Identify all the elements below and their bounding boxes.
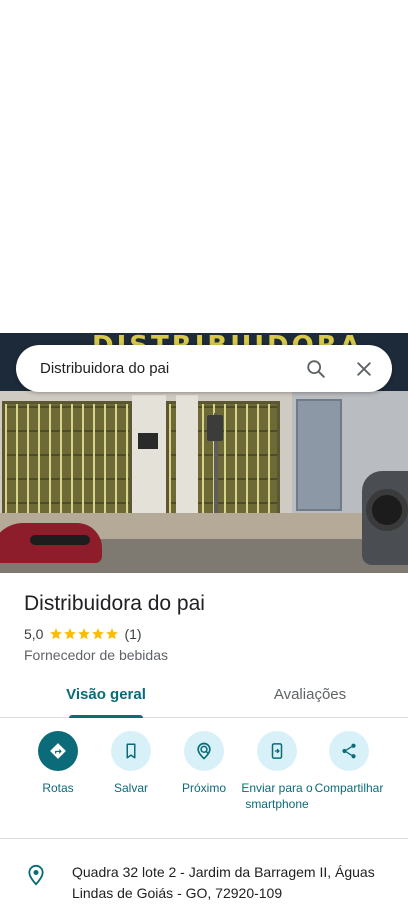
blank-map-area — [0, 0, 408, 333]
star-rating — [49, 627, 119, 641]
tab-label: Visão geral — [66, 686, 146, 703]
gate — [2, 401, 132, 531]
tab-overview[interactable]: Visão geral — [0, 676, 212, 718]
send-to-phone-button[interactable]: Enviar para o smartphone — [237, 731, 317, 812]
search-icon[interactable] — [292, 345, 340, 392]
action-label: Salvar — [113, 781, 148, 795]
star-icon — [64, 628, 77, 640]
action-bar: Rotas Salvar Próximo Enviar para o smart… — [0, 731, 408, 831]
star-icon — [50, 628, 63, 640]
search-bar[interactable]: Distribuidora do pai — [16, 345, 392, 392]
action-label: Próximo — [181, 781, 226, 795]
rating-value: 5,0 — [24, 626, 44, 642]
address-text: Quadra 32 lote 2 - Jardim da Barragem II… — [72, 864, 375, 901]
bookmark-icon — [111, 731, 151, 771]
action-label: Enviar para o smartphone — [241, 781, 313, 811]
tab-label: Avaliações — [273, 686, 347, 703]
directions-icon — [38, 731, 78, 771]
directions-button[interactable]: Rotas — [18, 731, 98, 796]
search-input[interactable]: Distribuidora do pai — [40, 360, 292, 377]
share-button[interactable]: Compartilhar — [309, 731, 389, 796]
divider — [0, 838, 408, 839]
place-category: Fornecedor de bebidas — [24, 647, 168, 663]
star-icon — [106, 628, 119, 640]
action-label: Rotas — [42, 781, 74, 795]
send-to-phone-icon — [257, 731, 297, 771]
nearby-icon — [184, 731, 224, 771]
close-icon[interactable] — [340, 345, 388, 392]
review-count: (1) — [124, 626, 142, 642]
nearby-button[interactable]: Próximo — [164, 731, 244, 796]
place-title: Distribuidora do pai — [24, 592, 205, 615]
star-icon — [92, 628, 105, 640]
share-icon — [329, 731, 369, 771]
location-pin-icon — [26, 864, 46, 886]
rating-row[interactable]: 5,0 (1) — [24, 626, 142, 642]
tab-bar: Visão geral Avaliações — [0, 676, 408, 718]
save-button[interactable]: Salvar — [91, 731, 171, 796]
tab-active-indicator — [69, 715, 143, 718]
action-label: Compartilhar — [314, 781, 384, 795]
tab-reviews[interactable]: Avaliações — [212, 676, 408, 717]
star-icon — [78, 628, 91, 640]
